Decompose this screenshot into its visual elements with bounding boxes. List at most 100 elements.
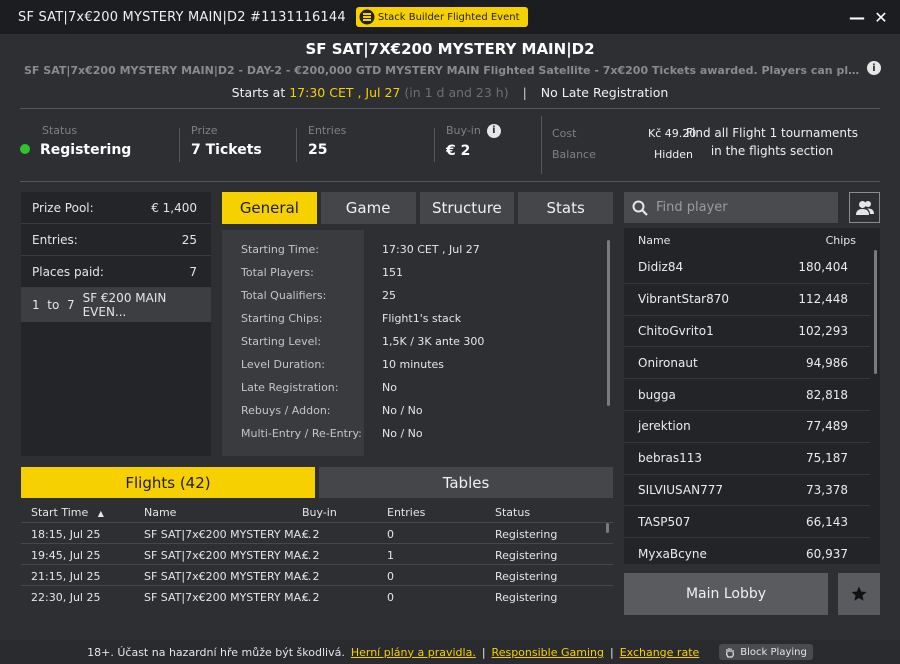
list-item[interactable]: Onironaut 94,986 [624,347,870,380]
table-row[interactable]: 22:30, Jul 25 SF SAT|7x€200 MYSTERY MA..… [21,585,613,606]
entries-row-value: 25 [181,232,197,247]
block-playing-button[interactable]: Block Playing [719,644,813,660]
list-item[interactable]: SILVIUSAN777 73,378 [624,475,870,507]
flight-buyin: € 2 [302,591,320,604]
footer-separator: | [609,645,614,659]
flight-name: SF SAT|7x€200 MYSTERY MA... [144,549,312,562]
flight-time: 19:45, Jul 25 [31,549,101,562]
list-item[interactable]: bugga 82,818 [624,379,870,411]
my-players-button[interactable] [849,192,880,223]
general-value: 17:30 CET , Jul 27 [382,243,480,256]
flight-status: Registering [495,591,558,604]
entries-stat: Entries 25 [308,124,346,158]
player-name: SILVIUSAN777 [638,482,723,497]
player-chips: 112,448 [798,292,848,307]
general-label-column: Starting Time: Total Players: Total Qual… [222,230,364,456]
general-value: No / No [382,404,423,417]
footer-warning: 18+. Účast na hazardní hře může být škod… [87,645,345,659]
prize-pool-label: Prize Pool: [32,200,94,215]
main-lobby-button[interactable]: Main Lobby [624,573,828,615]
divider [20,181,880,182]
prize-value: 7 Tickets [191,142,262,158]
table-row[interactable]: 18:15, Jul 25 SF SAT|7x€200 MYSTERY MA..… [21,522,613,543]
general-info-panel: Starting Time: Total Players: Total Qual… [222,230,613,456]
flight-name: SF SAT|7x€200 MYSTERY MA... [144,591,312,604]
prize-panel: Prize Pool: € 1,400 Entries: 25 Places pai… [21,192,211,456]
player-chips: 66,143 [806,514,848,529]
list-item[interactable]: ChitoGvrito1 102,293 [624,316,870,348]
tab-flights[interactable]: Flights (42) [21,467,315,498]
hand-icon [726,647,735,658]
search-icon [632,200,648,216]
general-label: Late Registration: [241,381,339,394]
col-name[interactable]: Name [144,506,176,519]
divider [296,128,297,162]
tab-structure[interactable]: Structure [419,192,515,224]
flight-entries: 0 [387,528,394,541]
player-chips: 73,378 [806,482,848,497]
flights-header: Start Time ▲ Name Buy-in Entries Status [21,501,613,522]
tab-general[interactable]: General [222,192,317,224]
col-status[interactable]: Status [495,506,530,519]
game-rules-link[interactable]: Herní plány a pravidla. [351,646,476,659]
flight-name: SF SAT|7x€200 MYSTERY MA... [144,528,312,541]
general-label: Level Duration: [241,358,326,371]
player-chips: 60,937 [806,547,848,562]
general-label: Starting Level: [241,335,322,348]
payout-prize: SF €200 MAIN EVEN... [82,291,167,319]
players-list: Name Chips Didiz84 180,404 VibrantStar870… [624,228,880,564]
col-buyin[interactable]: Buy-in [302,506,337,519]
table-row[interactable]: 19:45, Jul 25 SF SAT|7x€200 MYSTERY MA..… [21,543,613,564]
responsible-gaming-link[interactable]: Responsible Gaming [492,646,604,659]
flight-status: Registering [495,549,558,562]
list-item[interactable]: bebras113 75,187 [624,443,870,475]
tab-stats[interactable]: Stats [518,192,613,224]
start-time: 17:30 CET , Jul 27 [289,85,401,100]
col-entries[interactable]: Entries [387,506,425,519]
start-relative: (in 1 d and 23 h) [404,85,509,100]
list-item[interactable]: jerektion 77,489 [624,411,870,443]
player-chips: 82,818 [806,387,848,402]
list-item[interactable]: VibrantStar870 112,448 [624,284,870,316]
payout-row[interactable]: 1 to 7 SF €200 MAIN EVEN... [21,288,211,322]
users-icon [855,200,874,215]
col-start-time-label: Start Time [31,506,89,519]
list-item[interactable]: TASP507 66,143 [624,506,870,539]
general-label: Starting Chips: [241,312,323,325]
player-name: MyxaBcyne [638,547,707,562]
minimize-icon[interactable]: — [848,7,866,27]
flights-scrollbar[interactable] [606,523,609,533]
entries-label: Entries [308,124,347,137]
table-row[interactable]: 21:15, Jul 25 SF SAT|7x€200 MYSTERY MA..… [21,564,613,585]
general-scrollbar[interactable] [607,240,610,406]
general-label: Multi-Entry / Re-Entry: [241,427,362,440]
list-item[interactable]: MyxaBcyne 60,937 [624,538,870,570]
col-start-time[interactable]: Start Time ▲ [31,506,104,519]
player-name: jerektion [638,419,691,434]
tab-game[interactable]: Game [320,192,416,224]
col-chips[interactable]: Chips [826,234,856,247]
favorite-button[interactable] [838,573,880,615]
status-dot-icon [20,144,30,154]
search-input[interactable] [656,200,826,215]
badge-label: Stack Builder Flighted Event [377,11,520,23]
tab-tables[interactable]: Tables [319,467,613,498]
info-icon[interactable]: i [867,61,881,75]
prize-pool-value: € 1,400 [151,200,197,215]
flight-buyin: € 2 [302,528,320,541]
list-item[interactable]: Didiz84 180,404 [624,252,870,284]
general-value: No / No [382,427,423,440]
prize-label: Prize [191,124,218,137]
general-value: 1,5K / 3K ante 300 [382,335,485,348]
general-label: Rebuys / Addon: [241,404,331,417]
find-flight-text: Find all Flight 1 tournaments in the fli… [686,126,858,158]
stack-builder-icon [356,7,378,27]
players-scrollbar[interactable] [874,250,877,374]
stack-builder-badge: Stack Builder Flighted Event [355,7,528,27]
exchange-rate-link[interactable]: Exchange rate [620,646,700,659]
late-registration-info: No Late Registration [540,85,669,100]
player-name: bebras113 [638,451,703,466]
col-name[interactable]: Name [638,234,670,247]
buyin-info-icon[interactable]: i [486,124,501,138]
close-icon[interactable]: ✕ [872,7,890,27]
